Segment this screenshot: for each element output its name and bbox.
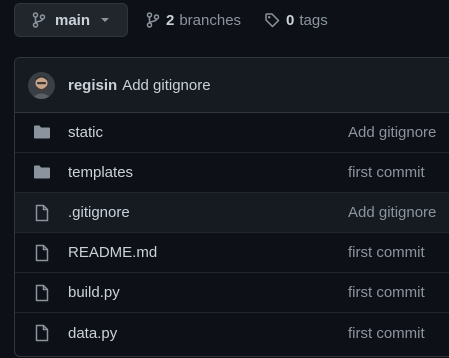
folder-icon [33, 124, 51, 140]
file-row[interactable]: static Add gitignore [15, 113, 449, 153]
author-avatar[interactable] [28, 71, 55, 99]
caret-down-icon [100, 17, 110, 23]
folder-icon [33, 164, 51, 180]
git-branch-icon [146, 12, 160, 28]
file-icon [33, 244, 51, 262]
file-row[interactable]: data.py first commit [15, 313, 449, 353]
file-commit-message[interactable]: first commit [348, 244, 425, 261]
tags-label: tags [299, 11, 328, 29]
tags-count: 0 [286, 11, 295, 29]
file-name-link[interactable]: build.py [68, 284, 120, 301]
file-commit-message[interactable]: first commit [348, 284, 425, 301]
branches-count: 2 [166, 11, 175, 29]
file-commit-message[interactable]: Add gitignore [348, 204, 436, 221]
file-name-link[interactable]: static [68, 124, 103, 141]
file-row[interactable]: build.py first commit [15, 273, 449, 313]
file-row[interactable]: README.md first commit [15, 233, 449, 273]
commit-author-link[interactable]: regisin [68, 77, 117, 94]
file-commit-message[interactable]: first commit [348, 164, 425, 181]
branch-name: main [55, 11, 91, 29]
file-name-link[interactable]: README.md [68, 244, 157, 261]
file-commit-message[interactable]: first commit [348, 325, 425, 342]
file-browser: regisin Add gitignore static Add gitigno… [14, 57, 449, 357]
tag-icon [264, 12, 280, 28]
file-row[interactable]: .gitignore Add gitignore [15, 193, 449, 233]
file-icon [33, 284, 51, 302]
file-icon [33, 204, 51, 222]
git-branch-icon [32, 12, 46, 28]
branches-link[interactable]: 2 branches [146, 9, 241, 31]
tags-link[interactable]: 0 tags [264, 9, 328, 31]
file-icon [33, 324, 51, 342]
file-row[interactable]: templates first commit [15, 153, 449, 193]
file-commit-message[interactable]: Add gitignore [348, 124, 436, 141]
file-name-link[interactable]: templates [68, 164, 133, 181]
branches-label: branches [179, 11, 242, 29]
repo-toolbar: main 2 branches 0 tags [0, 0, 449, 56]
file-name-link[interactable]: data.py [68, 325, 117, 342]
latest-commit-bar: regisin Add gitignore [15, 58, 449, 113]
branch-selector-button[interactable]: main [14, 3, 128, 37]
file-name-link[interactable]: .gitignore [68, 204, 130, 221]
commit-message-link[interactable]: Add gitignore [122, 77, 210, 94]
